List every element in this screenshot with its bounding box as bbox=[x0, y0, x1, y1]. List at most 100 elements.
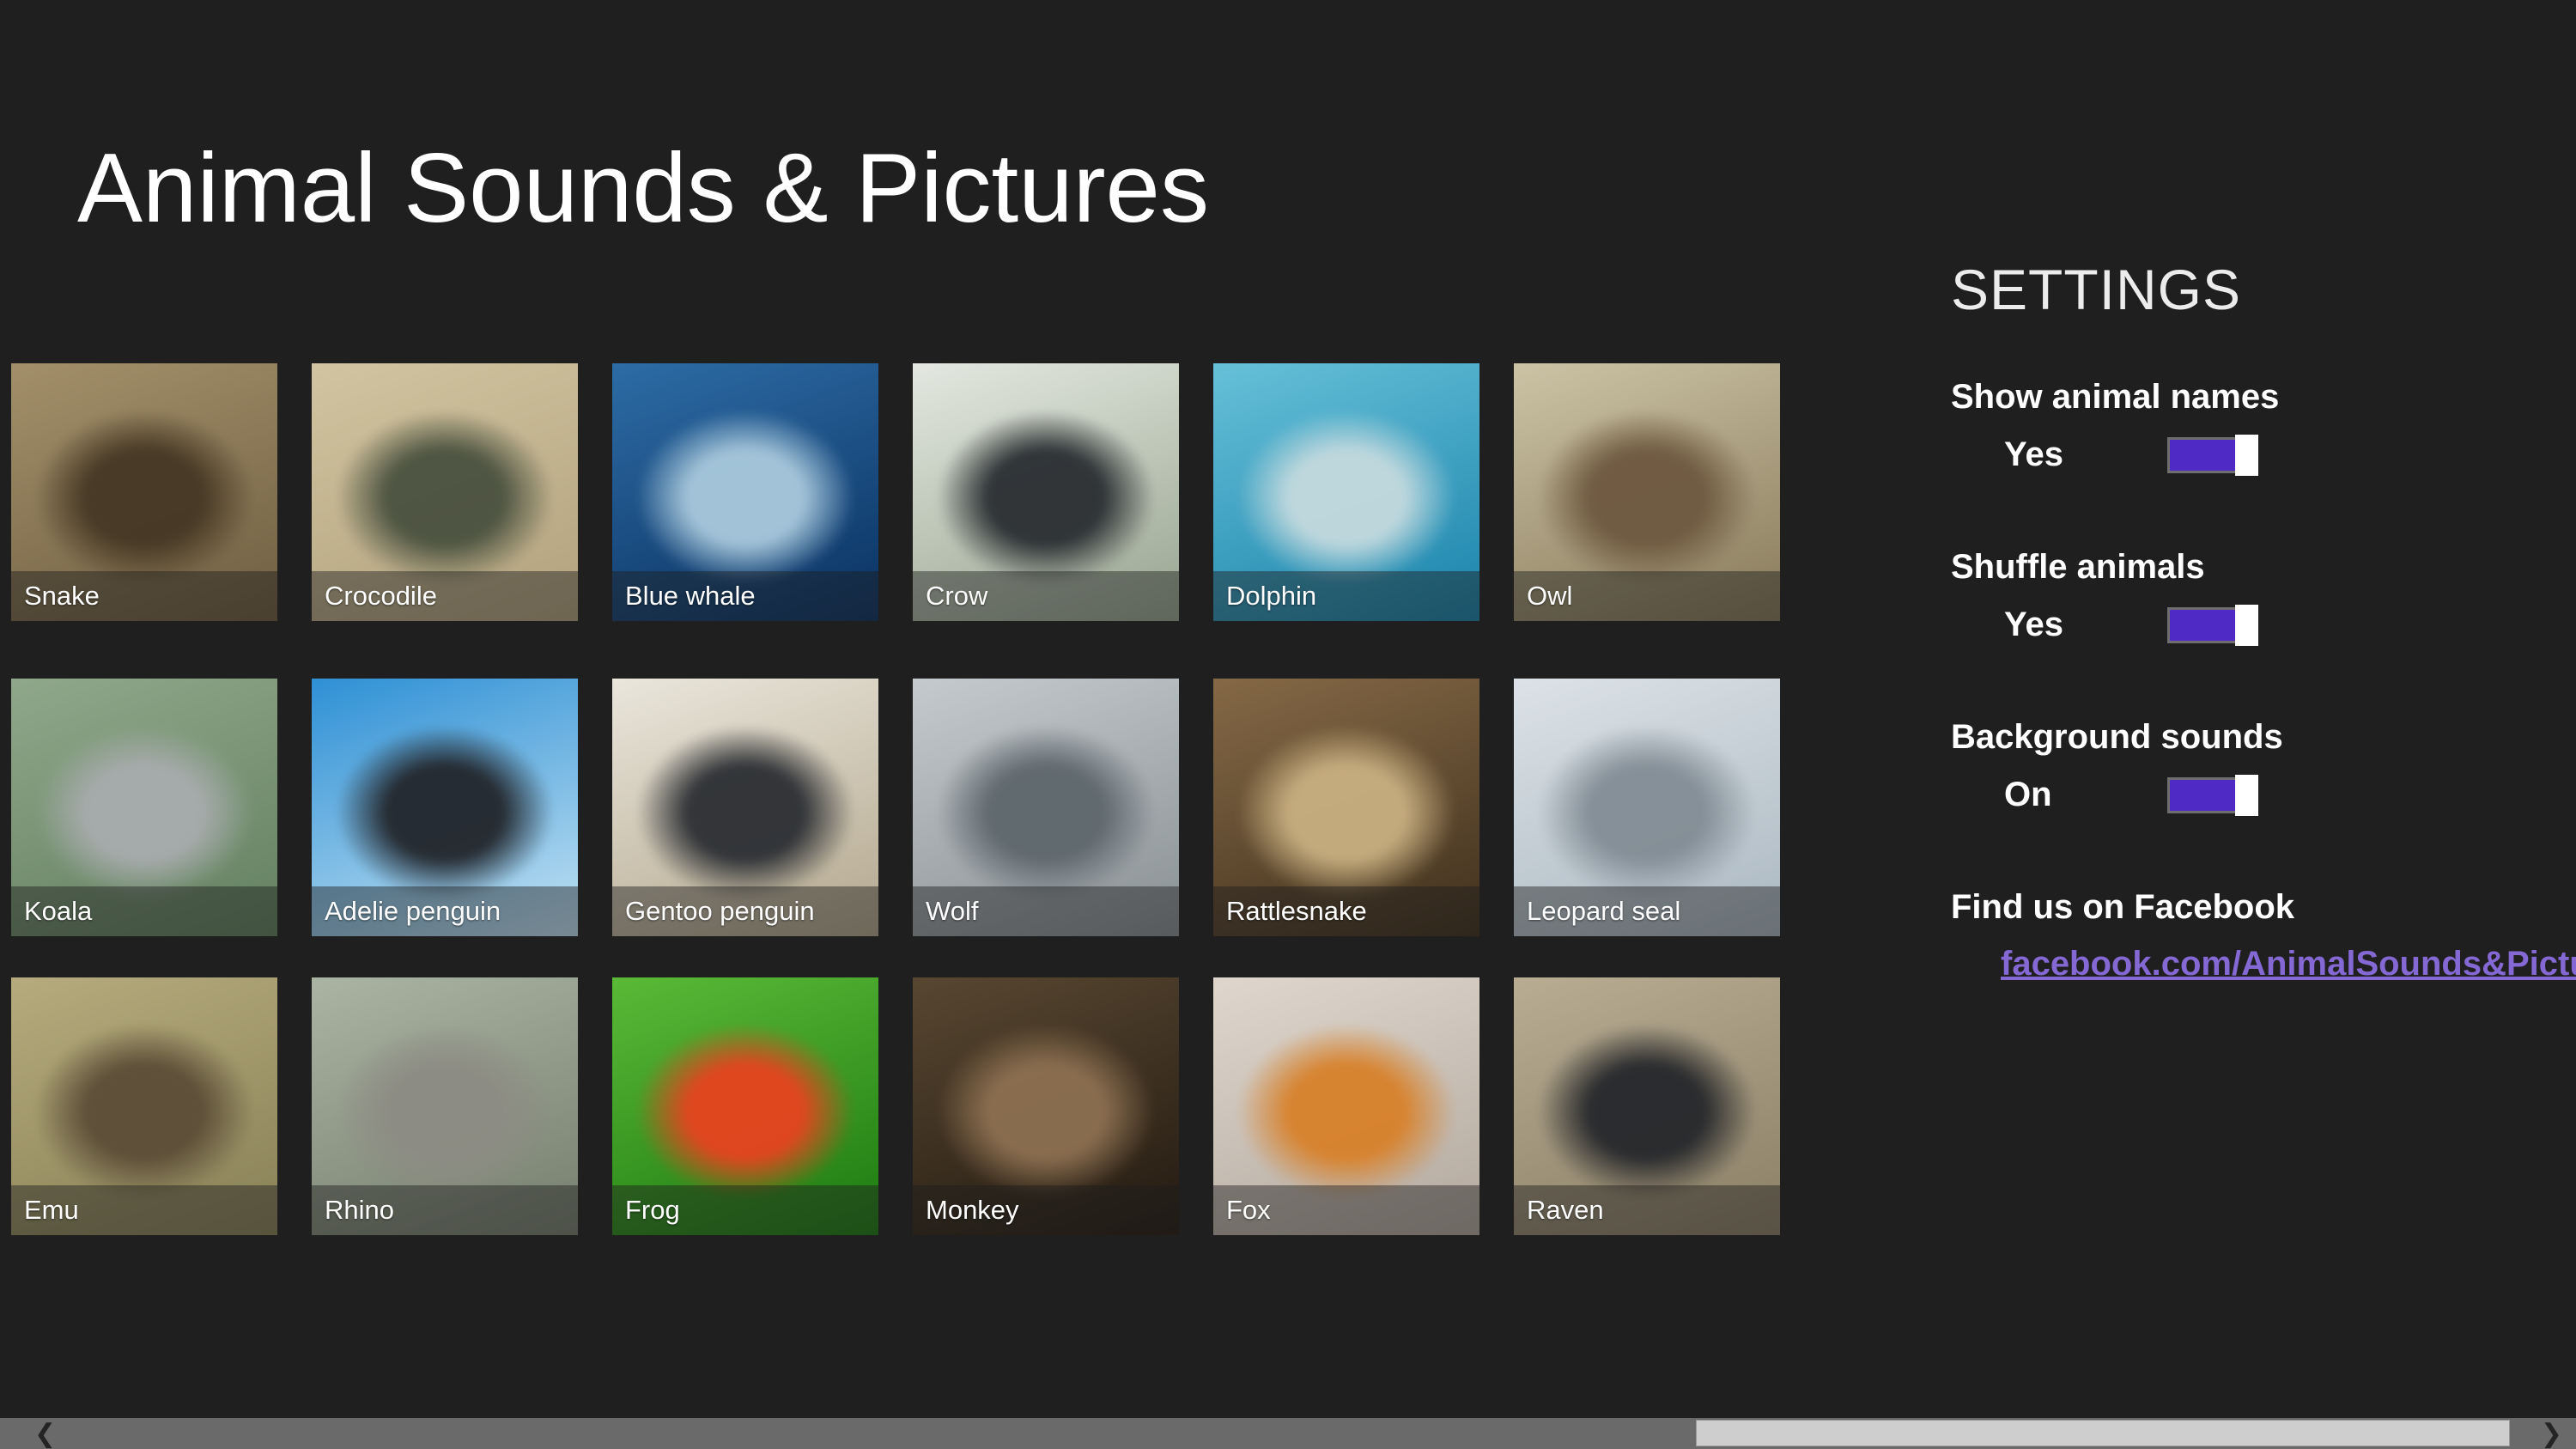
tile-dolphin[interactable]: Dolphin bbox=[1213, 363, 1479, 621]
animal-label-bar: Leopard seal bbox=[1514, 886, 1780, 936]
setting-label: Background sounds bbox=[1951, 716, 2535, 758]
tile-owl[interactable]: Owl bbox=[1514, 363, 1780, 621]
animal-label: Emu bbox=[24, 1195, 79, 1226]
toggle-thumb[interactable] bbox=[2235, 435, 2258, 476]
animal-label-bar: Koala bbox=[11, 886, 277, 936]
animal-grid: Snake Crocodile Blue whale Crow Dolphin bbox=[11, 363, 1780, 1235]
app-window: { "app": { "title": "Animal Sounds & Pic… bbox=[0, 0, 2576, 1449]
animal-label: Crow bbox=[926, 581, 987, 612]
animal-label-bar: Dolphin bbox=[1213, 571, 1479, 621]
tile-monkey[interactable]: Monkey bbox=[913, 977, 1179, 1235]
animal-subject-blob bbox=[1540, 1026, 1754, 1197]
tile-wolf[interactable]: Wolf bbox=[913, 679, 1179, 936]
animal-subject-blob bbox=[37, 1026, 252, 1197]
scroll-left-arrow-icon[interactable]: ❮ bbox=[34, 1418, 56, 1449]
animal-label: Snake bbox=[24, 581, 100, 612]
tile-rattlesnake[interactable]: Rattlesnake bbox=[1213, 679, 1479, 936]
scroll-right-arrow-icon[interactable]: ❯ bbox=[2541, 1418, 2562, 1449]
toggle-thumb[interactable] bbox=[2235, 775, 2258, 816]
tile-raven[interactable]: Raven bbox=[1514, 977, 1780, 1235]
tile-fox[interactable]: Fox bbox=[1213, 977, 1479, 1235]
animal-label: Wolf bbox=[926, 896, 978, 927]
animal-label-bar: Emu bbox=[11, 1185, 277, 1235]
animal-label: Blue whale bbox=[625, 581, 756, 612]
tile-koala[interactable]: Koala bbox=[11, 679, 277, 936]
animal-label-bar: Gentoo penguin bbox=[612, 886, 878, 936]
animal-label-bar: Snake bbox=[11, 571, 277, 621]
animal-label: Adelie penguin bbox=[325, 896, 501, 927]
animal-label-bar: Adelie penguin bbox=[312, 886, 578, 936]
horizontal-scrollbar[interactable]: ❮ ❯ bbox=[0, 1418, 2576, 1449]
animal-subject-blob bbox=[939, 727, 1153, 898]
animal-label-bar: Rattlesnake bbox=[1213, 886, 1479, 936]
tile-leopard-seal[interactable]: Leopard seal bbox=[1514, 679, 1780, 936]
animal-subject-blob bbox=[37, 727, 252, 898]
animal-subject-blob bbox=[1540, 727, 1754, 898]
animal-label: Monkey bbox=[926, 1195, 1019, 1226]
animal-label-bar: Crow bbox=[913, 571, 1179, 621]
facebook-label: Find us on Facebook bbox=[1951, 886, 2535, 928]
tile-snake[interactable]: Snake bbox=[11, 363, 277, 621]
setting-label: Shuffle animals bbox=[1951, 546, 2535, 588]
animal-label-bar: Fox bbox=[1213, 1185, 1479, 1235]
animal-label: Dolphin bbox=[1226, 581, 1316, 612]
setting-group-background-sounds: Background sounds On bbox=[1951, 716, 2535, 818]
tile-emu[interactable]: Emu bbox=[11, 977, 277, 1235]
toggle-state-label: Yes bbox=[2004, 435, 2167, 474]
tile-rhino[interactable]: Rhino bbox=[312, 977, 578, 1235]
settings-panel: SETTINGS Show animal names Yes Shuffle a… bbox=[1951, 258, 2535, 983]
animal-subject-blob bbox=[37, 411, 252, 583]
tile-crow[interactable]: Crow bbox=[913, 363, 1179, 621]
animal-subject-blob bbox=[337, 1026, 552, 1197]
animal-label: Gentoo penguin bbox=[625, 896, 815, 927]
tile-crocodile[interactable]: Crocodile bbox=[312, 363, 578, 621]
animal-subject-blob bbox=[1540, 411, 1754, 583]
animal-subject-blob bbox=[1239, 1026, 1454, 1197]
tile-row: Emu Rhino Frog Monkey Fox bbox=[11, 977, 1780, 1235]
facebook-section: Find us on Facebook facebook.com/AnimalS… bbox=[1951, 886, 2535, 983]
tile-row: Koala Adelie penguin Gentoo penguin Wolf bbox=[11, 679, 1780, 936]
animal-label-bar: Crocodile bbox=[312, 571, 578, 621]
show-animal-names-toggle[interactable] bbox=[2167, 437, 2258, 473]
animal-subject-blob bbox=[1239, 727, 1454, 898]
animal-label-bar: Monkey bbox=[913, 1185, 1179, 1235]
background-sounds-toggle[interactable] bbox=[2167, 777, 2258, 813]
toggle-state-label: Yes bbox=[2004, 606, 2167, 644]
animal-label: Fox bbox=[1226, 1195, 1271, 1226]
animal-label-bar: Rhino bbox=[312, 1185, 578, 1235]
tile-frog[interactable]: Frog bbox=[612, 977, 878, 1235]
animal-subject-blob bbox=[638, 411, 853, 583]
facebook-link[interactable]: facebook.com/AnimalSounds&Pictures bbox=[2001, 945, 2576, 983]
animal-label: Leopard seal bbox=[1527, 896, 1680, 927]
animal-label: Koala bbox=[24, 896, 92, 927]
animal-label-bar: Raven bbox=[1514, 1185, 1780, 1235]
animal-label-bar: Owl bbox=[1514, 571, 1780, 621]
setting-label: Show animal names bbox=[1951, 376, 2535, 417]
scrollbar-thumb[interactable] bbox=[1696, 1420, 2510, 1446]
setting-control-row: Yes bbox=[2004, 603, 2535, 648]
animal-label: Owl bbox=[1527, 581, 1572, 612]
toggle-thumb[interactable] bbox=[2235, 605, 2258, 646]
shuffle-animals-toggle[interactable] bbox=[2167, 607, 2258, 643]
animal-label-bar: Blue whale bbox=[612, 571, 878, 621]
animal-label: Raven bbox=[1527, 1195, 1604, 1226]
setting-control-row: Yes bbox=[2004, 433, 2535, 478]
page-title: Animal Sounds & Pictures bbox=[77, 132, 1209, 245]
animal-subject-blob bbox=[939, 411, 1153, 583]
setting-control-row: On bbox=[2004, 773, 2535, 818]
setting-group-shuffle-animals: Shuffle animals Yes bbox=[1951, 546, 2535, 648]
setting-group-show-animal-names: Show animal names Yes bbox=[1951, 376, 2535, 478]
animal-subject-blob bbox=[638, 727, 853, 898]
animal-subject-blob bbox=[638, 1026, 853, 1197]
tile-blue-whale[interactable]: Blue whale bbox=[612, 363, 878, 621]
animal-label: Rhino bbox=[325, 1195, 394, 1226]
animal-subject-blob bbox=[1239, 411, 1454, 583]
tile-row: Snake Crocodile Blue whale Crow Dolphin bbox=[11, 363, 1780, 621]
tile-adelie-penguin[interactable]: Adelie penguin bbox=[312, 679, 578, 936]
tile-gentoo-penguin[interactable]: Gentoo penguin bbox=[612, 679, 878, 936]
animal-label-bar: Frog bbox=[612, 1185, 878, 1235]
animal-label: Frog bbox=[625, 1195, 680, 1226]
animal-label: Crocodile bbox=[325, 581, 437, 612]
animal-label-bar: Wolf bbox=[913, 886, 1179, 936]
animal-subject-blob bbox=[337, 411, 552, 583]
